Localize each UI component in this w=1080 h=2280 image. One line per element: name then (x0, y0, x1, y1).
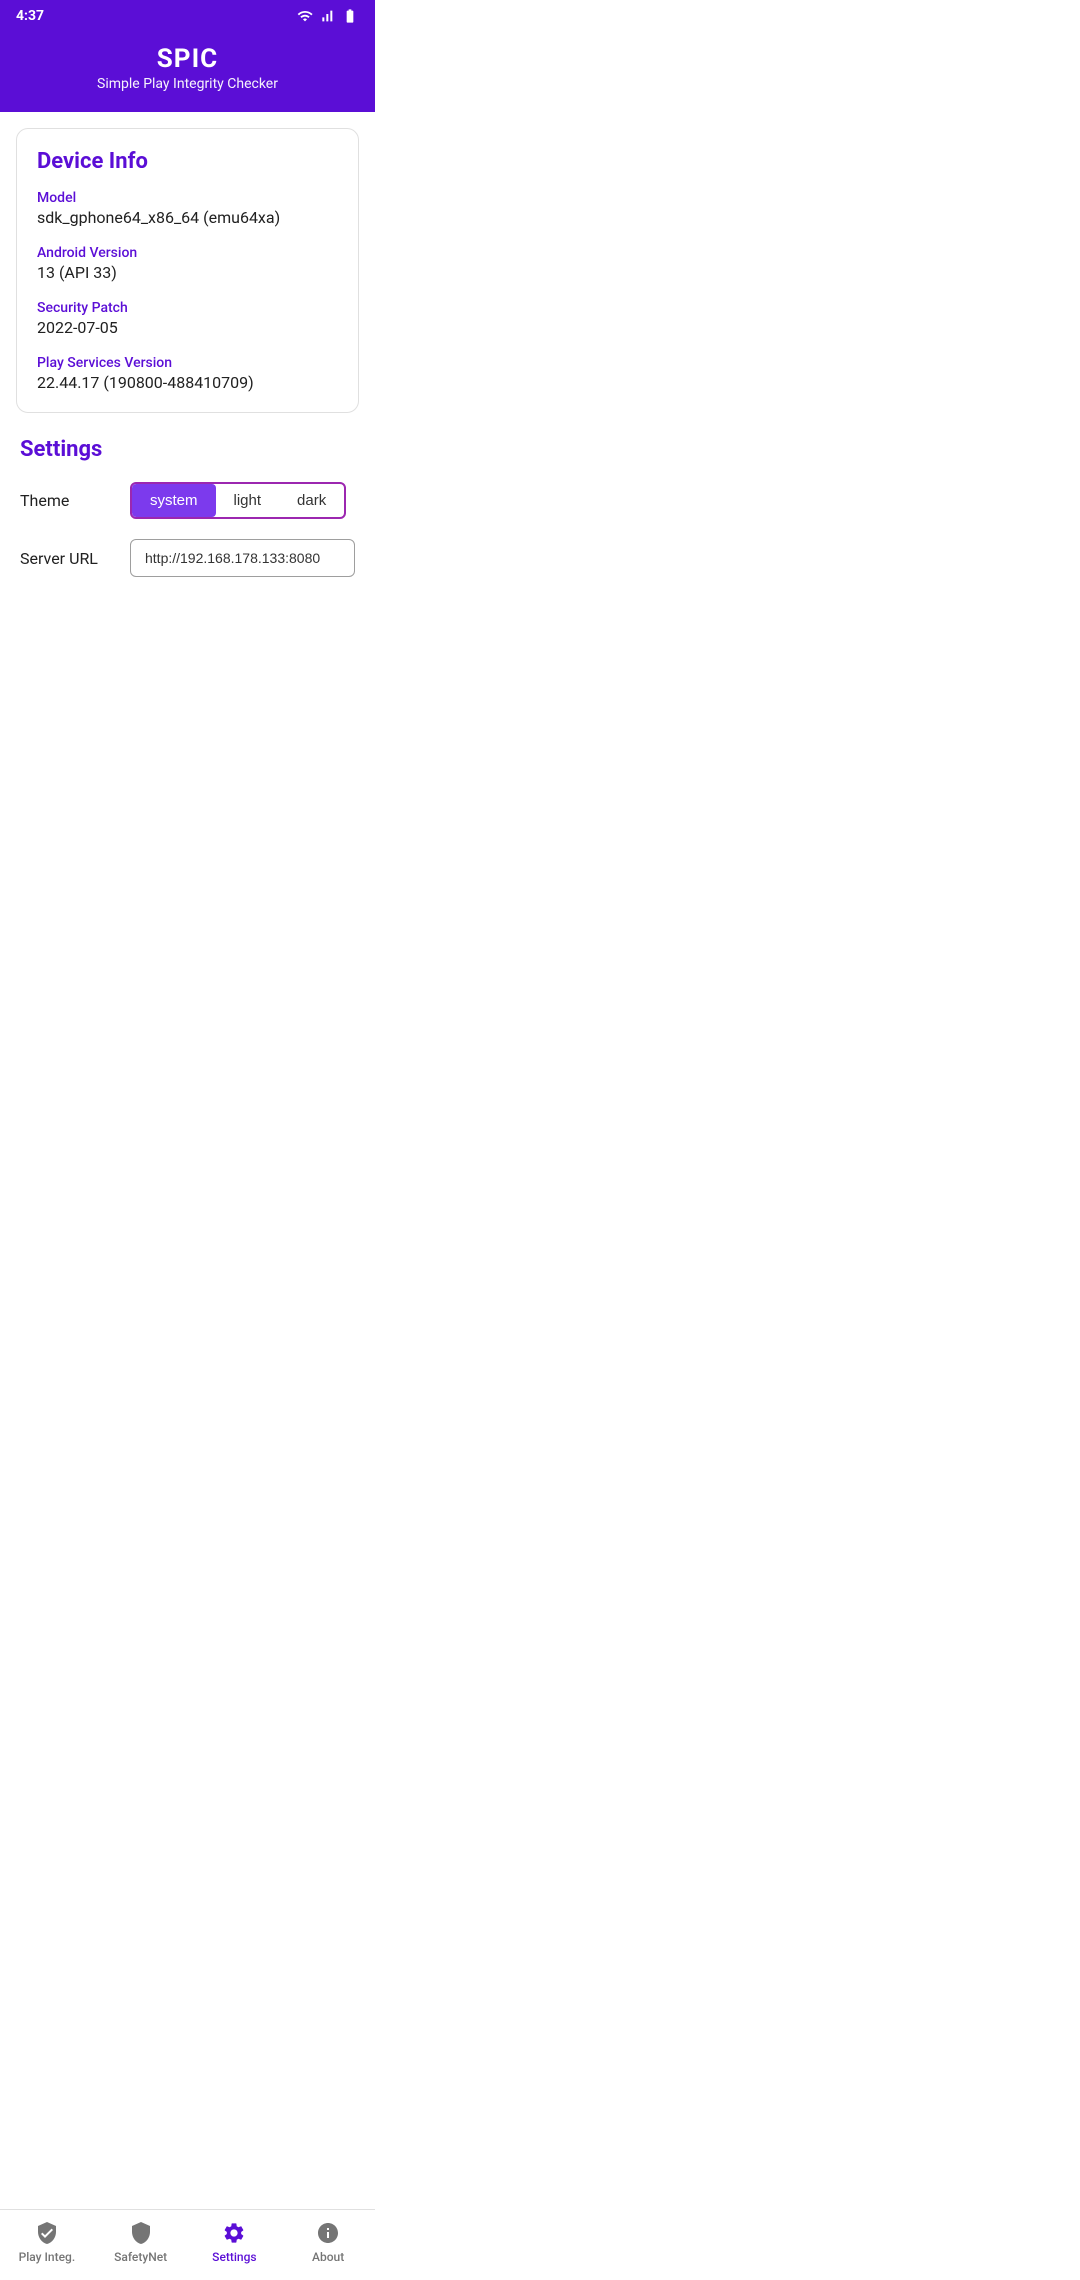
model-label: Model (37, 190, 338, 206)
device-info-card: Device Info Model sdk_gphone64_x86_64 (e… (16, 128, 359, 413)
theme-row: Theme system light dark (20, 482, 355, 519)
play-services-label: Play Services Version (37, 355, 338, 371)
model-field: Model sdk_gphone64_x86_64 (emu64xa) (37, 190, 338, 227)
main-content: Device Info Model sdk_gphone64_x86_64 (e… (0, 112, 375, 693)
theme-system-button[interactable]: system (132, 484, 216, 517)
android-version-value: 13 (API 33) (37, 263, 338, 282)
server-url-label: Server URL (20, 549, 130, 568)
settings-icon (221, 2220, 247, 2246)
theme-light-button[interactable]: light (216, 484, 280, 517)
model-value: sdk_gphone64_x86_64 (emu64xa) (37, 208, 338, 227)
nav-settings-label: Settings (212, 2250, 256, 2264)
safetynet-icon (128, 2220, 154, 2246)
settings-title: Settings (20, 437, 355, 462)
security-patch-value: 2022-07-05 (37, 318, 338, 337)
security-patch-field: Security Patch 2022-07-05 (37, 300, 338, 337)
settings-section: Settings Theme system light dark Server … (16, 437, 359, 577)
play-integrity-icon (34, 2220, 60, 2246)
wifi-icon (297, 8, 313, 24)
app-title: SPIC (16, 44, 359, 74)
play-services-field: Play Services Version 22.44.17 (190800-4… (37, 355, 338, 392)
status-bar: 4:37 (0, 0, 375, 32)
nav-safetynet-label: SafetyNet (114, 2250, 167, 2264)
nav-play-integrity[interactable]: Play Integ. (0, 2220, 94, 2264)
battery-icon (341, 8, 359, 24)
security-patch-label: Security Patch (37, 300, 338, 316)
theme-toggle: system light dark (130, 482, 346, 519)
app-subtitle: Simple Play Integrity Checker (16, 76, 359, 92)
bottom-spacer (16, 597, 359, 677)
nav-play-integrity-label: Play Integ. (19, 2250, 76, 2264)
server-url-row: Server URL (20, 539, 355, 577)
signal-icon (319, 8, 335, 24)
server-url-input[interactable] (130, 539, 355, 577)
app-header: SPIC Simple Play Integrity Checker (0, 32, 375, 112)
android-version-field: Android Version 13 (API 33) (37, 245, 338, 282)
status-icons (297, 8, 359, 24)
bottom-navigation: Play Integ. SafetyNet Settings About (0, 2209, 375, 2280)
android-version-label: Android Version (37, 245, 338, 261)
theme-label: Theme (20, 491, 130, 510)
about-icon (315, 2220, 341, 2246)
nav-about-label: About (312, 2250, 344, 2264)
play-services-value: 22.44.17 (190800-488410709) (37, 373, 338, 392)
status-time: 4:37 (16, 8, 44, 24)
nav-safetynet[interactable]: SafetyNet (94, 2220, 188, 2264)
nav-about[interactable]: About (281, 2220, 375, 2264)
nav-settings[interactable]: Settings (188, 2220, 282, 2264)
theme-dark-button[interactable]: dark (279, 484, 344, 517)
device-info-title: Device Info (37, 149, 338, 174)
